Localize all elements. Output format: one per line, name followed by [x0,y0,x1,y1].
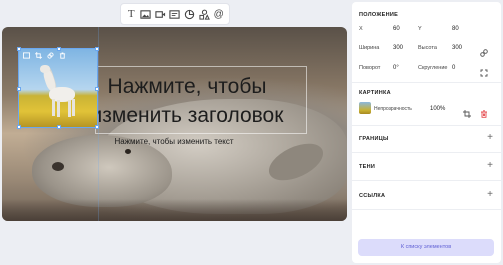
opacity-label: Непрозрачность [374,106,412,112]
shadows-section-title[interactable]: ТЕНИ [359,164,375,170]
position-section-title: ПОЛОЖЕНИЕ [359,12,399,18]
image-replace-icon[interactable] [23,52,30,59]
rounding-label: Скругление [418,65,448,71]
rotation-input[interactable]: 0° [393,65,399,71]
horse-leg [52,99,55,116]
text-tool-icon[interactable]: T [125,8,137,20]
section-divider [352,82,501,83]
seal-eye [125,149,131,154]
width-input[interactable]: 300 [393,45,403,51]
add-shadow-plus-icon[interactable]: + [487,161,493,171]
resize-handle-bottom-right[interactable] [95,125,99,129]
mention-tool-icon[interactable]: @ [213,8,225,20]
horse-leg [72,99,75,116]
slide-canvas[interactable]: Нажмите, чтобы изменить заголовок Нажмит… [2,27,347,221]
insert-toolbar: T @ [120,3,230,25]
horse-leg [57,100,60,117]
mention-tool-glyph: @ [213,8,224,20]
section-divider [352,125,501,126]
video-tool-icon[interactable] [154,8,166,20]
height-label: Высота [418,45,437,51]
rounding-input[interactable]: 0 [452,65,455,71]
section-divider [352,209,501,210]
width-label: Ширина [359,45,380,51]
delete-picture-icon[interactable] [480,105,488,118]
picture-thumbnail[interactable] [359,102,371,114]
guide-line-vertical [98,27,99,221]
image-link-icon[interactable] [47,52,54,59]
resize-handle-bottom-left[interactable] [17,125,21,129]
text-tool-glyph: T [127,8,135,20]
resize-handle-top[interactable] [57,47,61,51]
y-label: Y [418,26,422,32]
chart-tool-icon[interactable] [184,8,196,20]
resize-handle-bottom[interactable] [57,125,61,129]
section-divider [352,152,501,153]
add-link-plus-icon[interactable]: + [487,190,493,200]
add-border-plus-icon[interactable]: + [487,133,493,143]
picture-section-title: КАРТИНКА [359,90,391,96]
image-delete-icon[interactable] [59,52,66,59]
image-mini-toolbar [20,50,98,61]
horse-head [40,65,50,73]
corner-radius-icon[interactable] [480,64,488,77]
embed-tool-icon[interactable] [169,8,181,20]
y-input[interactable]: 80 [452,26,459,32]
sand-shadow [2,199,347,221]
height-input[interactable]: 300 [452,45,462,51]
horse-leg [68,100,71,117]
resize-handle-top-left[interactable] [17,47,21,51]
aspect-lock-icon[interactable] [480,44,488,57]
section-divider [352,180,501,181]
link-section-title[interactable]: ССЫЛКА [359,193,385,199]
resize-handle-right[interactable] [95,87,99,91]
x-label: X [359,26,363,32]
slide-title[interactable]: Нажмите, чтобы изменить заголовок [72,72,302,130]
image-tool-icon[interactable] [140,8,152,20]
selected-image[interactable] [17,47,99,129]
seal-nose [52,162,64,171]
borders-section-title[interactable]: ГРАНИЦЫ [359,136,389,142]
resize-handle-top-right[interactable] [95,47,99,51]
x-input[interactable]: 60 [393,26,400,32]
opacity-input[interactable]: 100% [430,106,445,112]
image-crop-icon[interactable] [35,52,42,59]
crop-icon[interactable] [463,105,471,118]
resize-handle-left[interactable] [17,87,21,91]
properties-panel: ПОЛОЖЕНИЕ X 60 Y 80 Ширина 300 Высота 30… [352,2,501,263]
shape-tool-icon[interactable] [198,8,210,20]
rotation-label: Поворот [359,65,381,71]
back-to-elements-button[interactable]: К списку элементов [358,239,494,256]
slide-subtitle[interactable]: Нажмите, чтобы изменить текст [86,137,262,146]
